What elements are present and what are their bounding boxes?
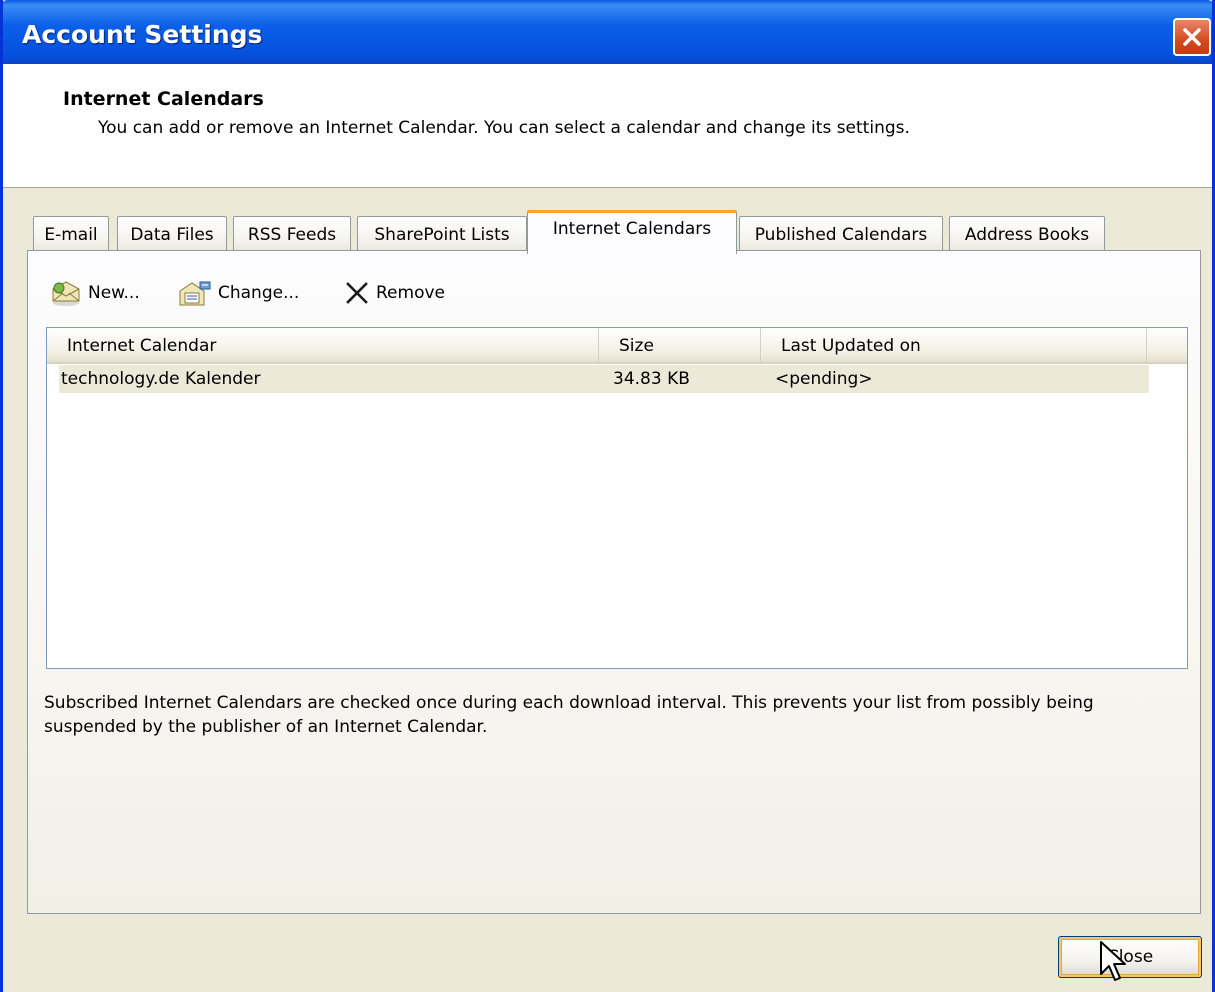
header-title: Internet Calendars — [63, 88, 264, 110]
tab-panel-internet-calendars: New... Change... Remove Internet Calenda… — [27, 250, 1201, 914]
remove-button-label: Remove — [376, 283, 445, 303]
table-row[interactable]: technology.de Kalender 34.83 KB <pending… — [59, 365, 1149, 393]
close-button[interactable]: Close — [1058, 936, 1202, 978]
column-header-size[interactable]: Size — [599, 328, 761, 364]
title-bar[interactable]: Account Settings — [3, 0, 1212, 64]
tab-data-files[interactable]: Data Files — [117, 216, 227, 252]
tab-strip: E-mail Data Files RSS Feeds SharePoint L… — [3, 210, 1212, 254]
tab-sharepoint-lists[interactable]: SharePoint Lists — [357, 216, 527, 252]
change-calendar-icon — [179, 281, 211, 306]
new-button[interactable]: New... — [50, 277, 140, 309]
tab-rss-feeds[interactable]: RSS Feeds — [233, 216, 351, 252]
new-calendar-icon — [52, 281, 80, 306]
new-button-label: New... — [88, 283, 140, 303]
remove-button[interactable]: Remove — [344, 277, 445, 309]
cell-calendar-name: technology.de Kalender — [61, 369, 261, 389]
tab-email[interactable]: E-mail — [33, 216, 109, 252]
tab-published-calendars[interactable]: Published Calendars — [739, 216, 943, 252]
mouse-cursor-icon — [1100, 941, 1126, 981]
change-button[interactable]: Change... — [178, 277, 299, 309]
internet-calendar-list[interactable]: Internet Calendar Size Last Updated on t… — [46, 327, 1188, 669]
column-header-internet-calendar[interactable]: Internet Calendar — [47, 328, 599, 364]
tab-internet-calendars[interactable]: Internet Calendars — [527, 210, 737, 254]
window-title: Account Settings — [22, 20, 263, 49]
close-icon — [1183, 28, 1201, 46]
tab-address-books[interactable]: Address Books — [949, 216, 1105, 252]
list-header: Internet Calendar Size Last Updated on — [47, 328, 1187, 364]
change-button-label: Change... — [218, 283, 300, 303]
cell-last-updated: <pending> — [775, 369, 873, 389]
account-settings-window: Account Settings Internet Calendars You … — [0, 0, 1215, 992]
cell-size: 34.83 KB — [613, 369, 690, 389]
remove-icon — [346, 282, 368, 304]
column-header-last-updated[interactable]: Last Updated on — [761, 328, 1147, 364]
window-close-button[interactable] — [1173, 18, 1211, 56]
info-text: Subscribed Internet Calendars are checke… — [44, 693, 1094, 737]
header-description: You can add or remove an Internet Calend… — [98, 118, 910, 138]
dialog-header: Internet Calendars You can add or remove… — [3, 64, 1212, 188]
